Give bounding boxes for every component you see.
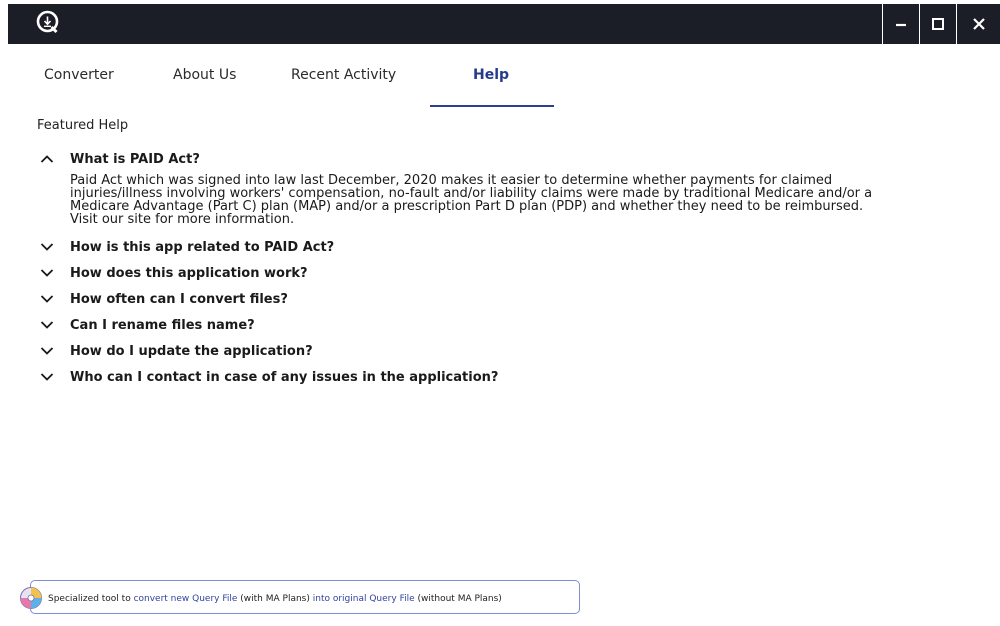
active-tab-indicator: [430, 105, 554, 107]
faq-question-toggle[interactable]: Can I rename files name?: [40, 316, 990, 334]
colorful-disc-icon: [19, 586, 43, 610]
close-icon: [973, 18, 985, 30]
faq-item: Who can I contact in case of any issues …: [40, 368, 990, 386]
faq-question: What is PAID Act?: [70, 151, 200, 167]
chevron-down-icon: [40, 240, 54, 254]
chevron-down-icon: [40, 292, 54, 306]
faq-question: Who can I contact in case of any issues …: [70, 369, 499, 385]
faq-item: How does this application work?: [40, 264, 990, 282]
original-query-file-link[interactable]: into original Query File: [313, 594, 415, 604]
faq-answer: Paid Act which was signed into law last …: [70, 174, 980, 226]
faq-question-toggle[interactable]: How does this application work?: [40, 264, 990, 282]
chevron-down-icon: [40, 344, 54, 358]
maximize-icon: [932, 18, 944, 30]
chevron-down-icon: [40, 370, 54, 384]
banner-mid: (with MA Plans): [237, 594, 313, 604]
chevron-down-icon: [40, 266, 54, 280]
banner-prefix: Specialized tool to: [48, 594, 134, 604]
tab-about-us[interactable]: About Us: [173, 67, 236, 83]
tab-help[interactable]: Help: [473, 67, 509, 83]
faq-item: Can I rename files name?: [40, 316, 990, 334]
faq-question: How often can I convert files?: [70, 291, 288, 307]
faq-question-toggle[interactable]: Who can I contact in case of any issues …: [40, 368, 990, 386]
faq-question-toggle[interactable]: How is this app related to PAID Act?: [40, 238, 990, 256]
faq-item: How do I update the application?: [40, 342, 990, 360]
close-button[interactable]: [956, 4, 1000, 44]
faq-question: How do I update the application?: [70, 343, 313, 359]
title-bar: [8, 4, 1000, 44]
faq-question: How does this application work?: [70, 265, 308, 281]
minimize-button[interactable]: [882, 4, 919, 44]
faq-question-toggle[interactable]: How often can I convert files?: [40, 290, 990, 308]
faq-question: How is this app related to PAID Act?: [70, 239, 335, 255]
banner-suffix: (without MA Plans): [414, 594, 502, 604]
q-download-logo-icon: [36, 10, 60, 34]
featured-help-heading: Featured Help: [37, 118, 129, 133]
convert-new-query-file-link[interactable]: convert new Query File: [134, 594, 238, 604]
tab-converter[interactable]: Converter: [44, 67, 114, 83]
minimize-icon: [896, 23, 906, 27]
chevron-up-icon: [40, 152, 54, 166]
chevron-down-icon: [40, 318, 54, 332]
faq-item: How often can I convert files?: [40, 290, 990, 308]
banner-text: Specialized tool to convert new Query Fi…: [48, 594, 502, 604]
faq-question-toggle[interactable]: What is PAID Act?: [40, 150, 990, 168]
tab-recent-activity[interactable]: Recent Activity: [291, 67, 396, 83]
maximize-button[interactable]: [919, 4, 956, 44]
faq-answer-line: Visit our site for more information.: [70, 212, 295, 227]
faq-list: What is PAID Act? Paid Act which was sig…: [40, 150, 990, 394]
faq-question: Can I rename files name?: [70, 317, 255, 333]
faq-item: What is PAID Act? Paid Act which was sig…: [40, 150, 990, 226]
faq-question-toggle[interactable]: How do I update the application?: [40, 342, 990, 360]
faq-item: How is this app related to PAID Act?: [40, 238, 990, 256]
